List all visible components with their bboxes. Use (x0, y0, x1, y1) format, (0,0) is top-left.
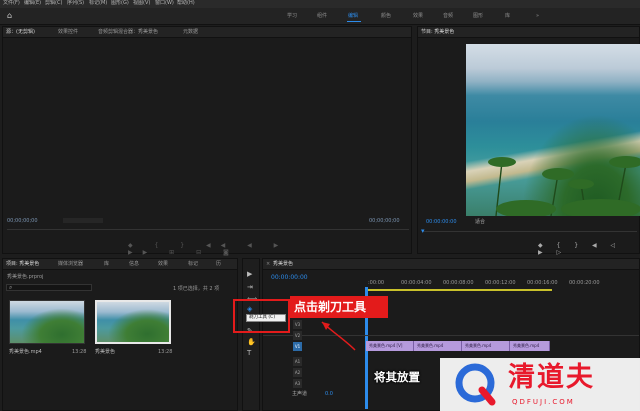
annotation-arrow (321, 321, 356, 351)
timeline-clip-2[interactable]: 秀美景色.mp4 (414, 341, 462, 351)
hand-tool-icon[interactable]: ✋ (247, 339, 256, 346)
track-select-tool-icon[interactable]: ⇥ (247, 284, 253, 291)
workspace-audio[interactable]: 音频 (443, 14, 453, 19)
timeline-clip-4[interactable]: 秀美景色.mp4 (510, 341, 550, 351)
menu-sequence[interactable]: 序列(S) (67, 1, 84, 6)
tab-media-browser[interactable]: 媒体浏览器 (58, 262, 83, 267)
menu-bar: 文件(F) 编辑(E) 剪辑(C) 序列(S) 标记(M) 图形(G) 视图(V… (0, 0, 640, 8)
clip-thumbnail-2[interactable] (95, 300, 171, 344)
program-title[interactable]: 节目: 秀美景色 (421, 30, 454, 35)
menu-graphics[interactable]: 图形(G) (111, 1, 129, 6)
tab-audio-mixer[interactable]: 音频剪辑混合器：秀美景色 (98, 30, 158, 35)
workspace-assembly[interactable]: 组件 (317, 14, 327, 19)
timeline-clip-3[interactable]: 秀美景色.mp4 (462, 341, 510, 351)
tab-info[interactable]: 信息 (129, 262, 139, 267)
instruction-text: 将其放置 (374, 370, 420, 384)
program-transport-controls[interactable]: ◆ { } ◀ ◁ ▶ ▷ (538, 242, 638, 256)
menu-file[interactable]: 文件(F) (3, 1, 20, 6)
workspace-editing[interactable]: 编辑 (348, 14, 358, 19)
playhead-marker-icon[interactable]: ▾ (421, 227, 427, 235)
menu-clip[interactable]: 剪辑(C) (45, 1, 62, 6)
palm-trees-illustration (488, 156, 640, 219)
menu-window[interactable]: 窗口(W) (155, 1, 174, 6)
active-workspace-indicator (347, 21, 361, 22)
source-timecode-out: 00;00;00;00 (369, 218, 400, 224)
workspace-color[interactable]: 颜色 (381, 14, 391, 19)
workspace-libraries[interactable]: 库 (505, 14, 510, 19)
ruler-tick-3: 00:00:12:00 (485, 280, 516, 286)
type-tool-icon[interactable]: T (247, 350, 251, 357)
source-zoom-select[interactable] (63, 218, 103, 223)
source-tab-row: 源：(无剪辑) 效果控件 音频剪辑混合器：秀美景色 元数据 (3, 27, 411, 38)
source-transport-controls[interactable]: ◆ { } ◀◀ ◀ ▶ ▶▶ ⊞ ⊟ ◙ (128, 242, 298, 256)
tab-history[interactable]: 历 (216, 262, 221, 267)
master-track-label: 主声道 (292, 391, 308, 397)
program-timecode[interactable]: 00:00:00:00 (426, 220, 457, 225)
tools-panel: ▶ ⇥ ⟺ ◈ ✎ ✋ T (242, 258, 260, 411)
workspace-more-icon[interactable]: » (536, 14, 539, 19)
close-icon[interactable]: × (266, 262, 270, 267)
tab-source[interactable]: 源：(无剪辑) (6, 30, 35, 35)
menu-marker[interactable]: 标记(M) (89, 1, 107, 6)
program-scrubber[interactable] (422, 231, 637, 232)
menu-edit[interactable]: 编辑(E) (24, 1, 41, 6)
timeline-clip-3-label: 秀美景色.mp4 (465, 343, 492, 348)
timeline-clip-4-label: 秀美景色.mp4 (513, 343, 540, 348)
selection-tool-icon[interactable]: ▶ (247, 271, 252, 278)
ruler-tick-4: 00:00:16:00 (527, 280, 558, 286)
timeline-clip-2-label: 秀美景色.mp4 (417, 343, 444, 348)
master-volume[interactable]: 0.0 (325, 392, 333, 397)
program-video-frame (466, 44, 640, 219)
tab-markers[interactable]: 标记 (188, 262, 198, 267)
project-tab-row: 项目: 秀美景色 媒体浏览器 库 信息 效果 标记 历 (3, 259, 237, 270)
home-icon[interactable]: ⌂ (7, 12, 12, 20)
ruler-tick-2: 00:00:08:00 (443, 280, 474, 286)
tab-libraries[interactable]: 库 (104, 262, 109, 267)
clip-duration-2: 13:28 (158, 349, 173, 355)
program-tab-row: 节目: 秀美景色 (418, 27, 639, 38)
source-monitor-panel: 源：(无剪辑) 效果控件 音频剪辑混合器：秀美景色 元数据 00;00;00;0… (2, 26, 412, 256)
project-file-name: 秀美景色.prproj (7, 274, 44, 280)
track-a2[interactable]: A2 (293, 368, 302, 377)
clip-name-2[interactable]: 秀美景色 (95, 350, 115, 355)
ruler-tick-1: 00:00:04:00 (401, 280, 432, 286)
menu-help[interactable]: 帮助(H) (177, 1, 195, 6)
work-area-bar[interactable] (366, 289, 552, 291)
tab-effect-controls[interactable]: 效果控件 (58, 30, 78, 35)
source-timecode-in: 00;00;00;00 (7, 218, 38, 224)
workspace-graphics[interactable]: 图形 (473, 14, 483, 19)
tab-sequence[interactable]: 秀美景色 (273, 262, 293, 267)
project-selection-count: 1 项已选择，共 2 项 (173, 286, 220, 292)
project-panel: 项目: 秀美景色 媒体浏览器 库 信息 效果 标记 历 秀美景色.prproj … (2, 258, 238, 411)
tab-project[interactable]: 项目: 秀美景色 (6, 262, 39, 267)
project-search-input[interactable]: ⌕ (6, 284, 92, 291)
razor-tooltip: 剃刀工具 (C) (246, 314, 286, 322)
clip-duration-1: 13:28 (72, 349, 87, 355)
razor-tooltip-text: 剃刀工具 (C) (249, 315, 276, 320)
source-scrubber[interactable] (7, 229, 409, 230)
menu-view[interactable]: 视图(V) (133, 1, 150, 6)
search-icon: ⌕ (9, 284, 13, 291)
track-a3[interactable]: A3 (293, 379, 302, 388)
timeline-timecode[interactable]: 00:00:00:00 (271, 275, 308, 281)
clip-thumbnail-1[interactable] (9, 300, 85, 344)
watermark-logo-icon (455, 363, 496, 406)
tab-effects[interactable]: 效果 (158, 262, 168, 267)
clip-name-1[interactable]: 秀美景色.mp4 (9, 350, 42, 355)
workspace-bar: ⌂ 学习 组件 编辑 颜色 效果 音频 图形 库 » (0, 8, 640, 25)
ruler-tick-0: :00:00 (368, 280, 385, 286)
ruler-tick-5: 00:00:20:00 (569, 280, 600, 286)
workspace-learn[interactable]: 学习 (287, 14, 297, 19)
tab-metadata[interactable]: 元数据 (183, 30, 198, 35)
workspace-effects[interactable]: 效果 (413, 14, 423, 19)
program-fit-select[interactable]: 适合 (475, 220, 485, 225)
timeline-tab-row: × 秀美景色 (263, 259, 639, 270)
watermark-name: 清道夫 (508, 362, 595, 393)
watermark-url: QDFUJI.COM (512, 398, 575, 406)
